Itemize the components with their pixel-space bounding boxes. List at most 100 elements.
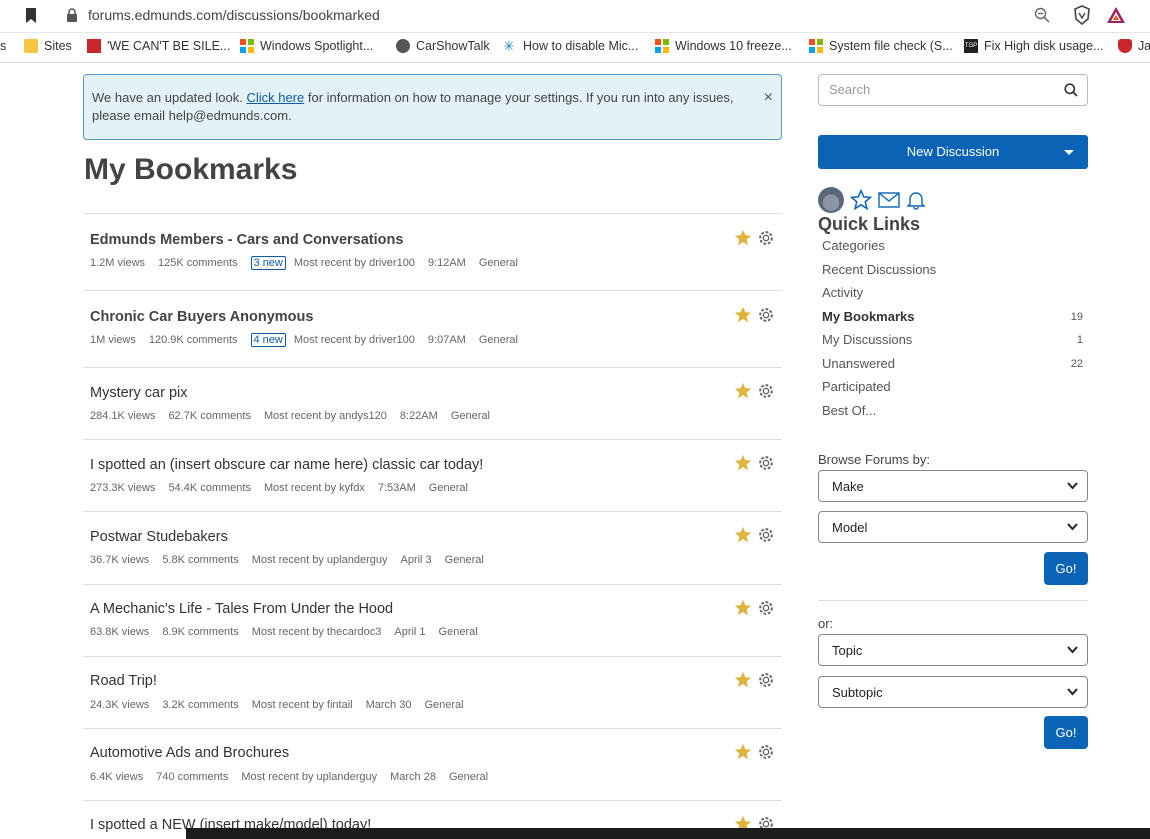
star-icon[interactable] (734, 454, 752, 472)
model-select[interactable]: Model (818, 511, 1088, 543)
most-recent[interactable]: Most recent by andys120 (264, 410, 387, 422)
bookmark-label: System file check (S... (829, 39, 953, 53)
most-recent[interactable]: Most recent by driver100 (294, 257, 415, 269)
star-icon[interactable] (734, 671, 752, 689)
most-recent[interactable]: Most recent by kyfdx (264, 482, 365, 494)
discussion-title[interactable]: Chronic Car Buyers Anonymous (90, 309, 313, 325)
go-button[interactable]: Go! (1044, 552, 1088, 585)
topic-select[interactable]: Topic (818, 634, 1088, 666)
most-recent[interactable]: Most recent by uplanderguy (241, 771, 377, 783)
star-icon[interactable] (734, 229, 752, 247)
last-time: 8:22AM (399, 410, 438, 422)
gear-icon[interactable] (757, 671, 775, 689)
quick-link-label: Unanswered (822, 355, 895, 371)
divider (818, 600, 1088, 601)
quick-link-recent-discussions[interactable]: Recent Discussions (822, 260, 1084, 284)
lock-icon[interactable] (66, 8, 78, 22)
category-link[interactable]: General (479, 334, 518, 346)
discussion-meta: 6.4K views 740 comments Most recent by u… (90, 771, 501, 783)
star-icon[interactable] (734, 382, 752, 400)
zoom-out-icon[interactable] (1034, 7, 1050, 23)
bookmark-icon[interactable] (25, 8, 37, 23)
category-link[interactable]: General (424, 699, 463, 711)
views-count: 36.7K views (90, 554, 150, 566)
gear-icon[interactable] (757, 454, 775, 472)
category-link[interactable]: General (449, 771, 488, 783)
go-button[interactable]: Go! (1044, 716, 1088, 749)
quick-link-my-discussions[interactable]: My Discussions 1 (822, 330, 1084, 354)
quick-link-activity[interactable]: Activity (822, 283, 1084, 307)
gear-icon[interactable] (757, 743, 775, 761)
discussion-title[interactable]: Road Trip! (90, 673, 157, 689)
bookmark-item[interactable]: 'WE CAN'T BE SILE... (87, 39, 230, 53)
category-link[interactable]: General (429, 482, 468, 494)
gear-icon[interactable] (757, 306, 775, 324)
star-outline-icon[interactable] (850, 189, 872, 211)
chevron-down-icon[interactable] (1064, 150, 1074, 155)
quick-link-best-of[interactable]: Best Of... (822, 401, 1084, 425)
star-icon[interactable] (734, 306, 752, 324)
new-discussion-button[interactable]: New Discussion (818, 135, 1088, 169)
discussion-title[interactable]: Postwar Studebakers (90, 529, 228, 545)
last-time: 9:12AM (427, 257, 466, 269)
discussion-item: A Mechanic's Life - Tales From Under the… (83, 584, 782, 656)
quick-link-label: Categories (822, 238, 885, 253)
bookmark-item[interactable]: Sites (24, 39, 72, 53)
bookmark-item[interactable]: CarShowTalk (396, 39, 490, 53)
category-link[interactable]: General (451, 410, 490, 422)
quick-link-unanswered[interactable]: Unanswered 22 (822, 354, 1084, 378)
make-select[interactable]: Make (818, 470, 1088, 502)
discussion-title[interactable]: Mystery car pix (90, 385, 188, 401)
chevron-down-icon (1067, 523, 1078, 531)
gear-icon[interactable] (757, 229, 775, 247)
search-input[interactable] (829, 82, 1049, 97)
discussion-title[interactable]: I spotted an (insert obscure car name he… (90, 457, 483, 473)
new-badge[interactable]: 3 new (250, 256, 286, 270)
star-icon[interactable] (734, 599, 752, 617)
bookmark-item[interactable]: Windows 10 freeze... (655, 39, 792, 53)
subtopic-select[interactable]: Subtopic (818, 676, 1088, 708)
bookmark-item[interactable]: Windows Spotlight... (240, 39, 373, 53)
gear-icon[interactable] (757, 599, 775, 617)
discussion-title[interactable]: Automotive Ads and Brochures (90, 745, 289, 761)
new-badge[interactable]: 4 new (250, 333, 286, 347)
search-box (818, 74, 1088, 106)
comments-count: 8.9K comments (162, 626, 239, 638)
star-icon[interactable] (734, 526, 752, 544)
avatar[interactable] (818, 187, 844, 213)
bell-icon[interactable] (906, 190, 926, 210)
bookmark-label: s (0, 39, 7, 53)
browser-address-bar: forums.edmunds.com/discussions/bookmarke… (0, 0, 1150, 33)
bookmark-item[interactable]: System file check (S... (809, 39, 953, 53)
star-icon[interactable] (734, 743, 752, 761)
microsoft-icon (240, 39, 254, 53)
most-recent[interactable]: Most recent by uplanderguy (252, 554, 388, 566)
category-link[interactable]: General (445, 554, 484, 566)
quick-link-categories[interactable]: Categories (822, 236, 1084, 260)
gear-icon[interactable] (757, 382, 775, 400)
chevron-down-icon (1067, 646, 1078, 654)
bookmark-item[interactable]: ✳ How to disable Mic... (503, 39, 638, 53)
count-badge: 19 (1070, 310, 1083, 323)
most-recent[interactable]: Most recent by fintail (252, 699, 353, 711)
brave-shield-icon[interactable] (1072, 5, 1092, 25)
close-icon[interactable]: × (764, 89, 773, 107)
most-recent[interactable]: Most recent by thecardoc3 (252, 626, 382, 638)
quick-links: Categories Recent Discussions Activity M… (822, 236, 1084, 424)
most-recent[interactable]: Most recent by driver100 (294, 334, 415, 346)
click-here-link[interactable]: Click here (246, 90, 304, 105)
category-link[interactable]: General (479, 257, 518, 269)
bookmark-item[interactable]: TGP Fix High disk usage... (964, 39, 1104, 53)
url-text[interactable]: forums.edmunds.com/discussions/bookmarke… (88, 7, 380, 23)
bookmark-item[interactable]: s (0, 39, 6, 53)
category-link[interactable]: General (439, 626, 478, 638)
discussion-title[interactable]: Edmunds Members - Cars and Conversations (90, 232, 403, 248)
mail-icon[interactable] (878, 191, 900, 209)
discussion-title[interactable]: A Mechanic's Life - Tales From Under the… (90, 601, 393, 617)
quick-link-participated[interactable]: Participated (822, 377, 1084, 401)
gear-icon[interactable] (757, 526, 775, 544)
search-icon[interactable] (1064, 83, 1078, 97)
bookmark-item[interactable]: Ja (1118, 39, 1150, 53)
brave-rewards-icon[interactable] (1106, 5, 1126, 25)
quick-link-my-bookmarks[interactable]: My Bookmarks 19 (822, 307, 1084, 331)
